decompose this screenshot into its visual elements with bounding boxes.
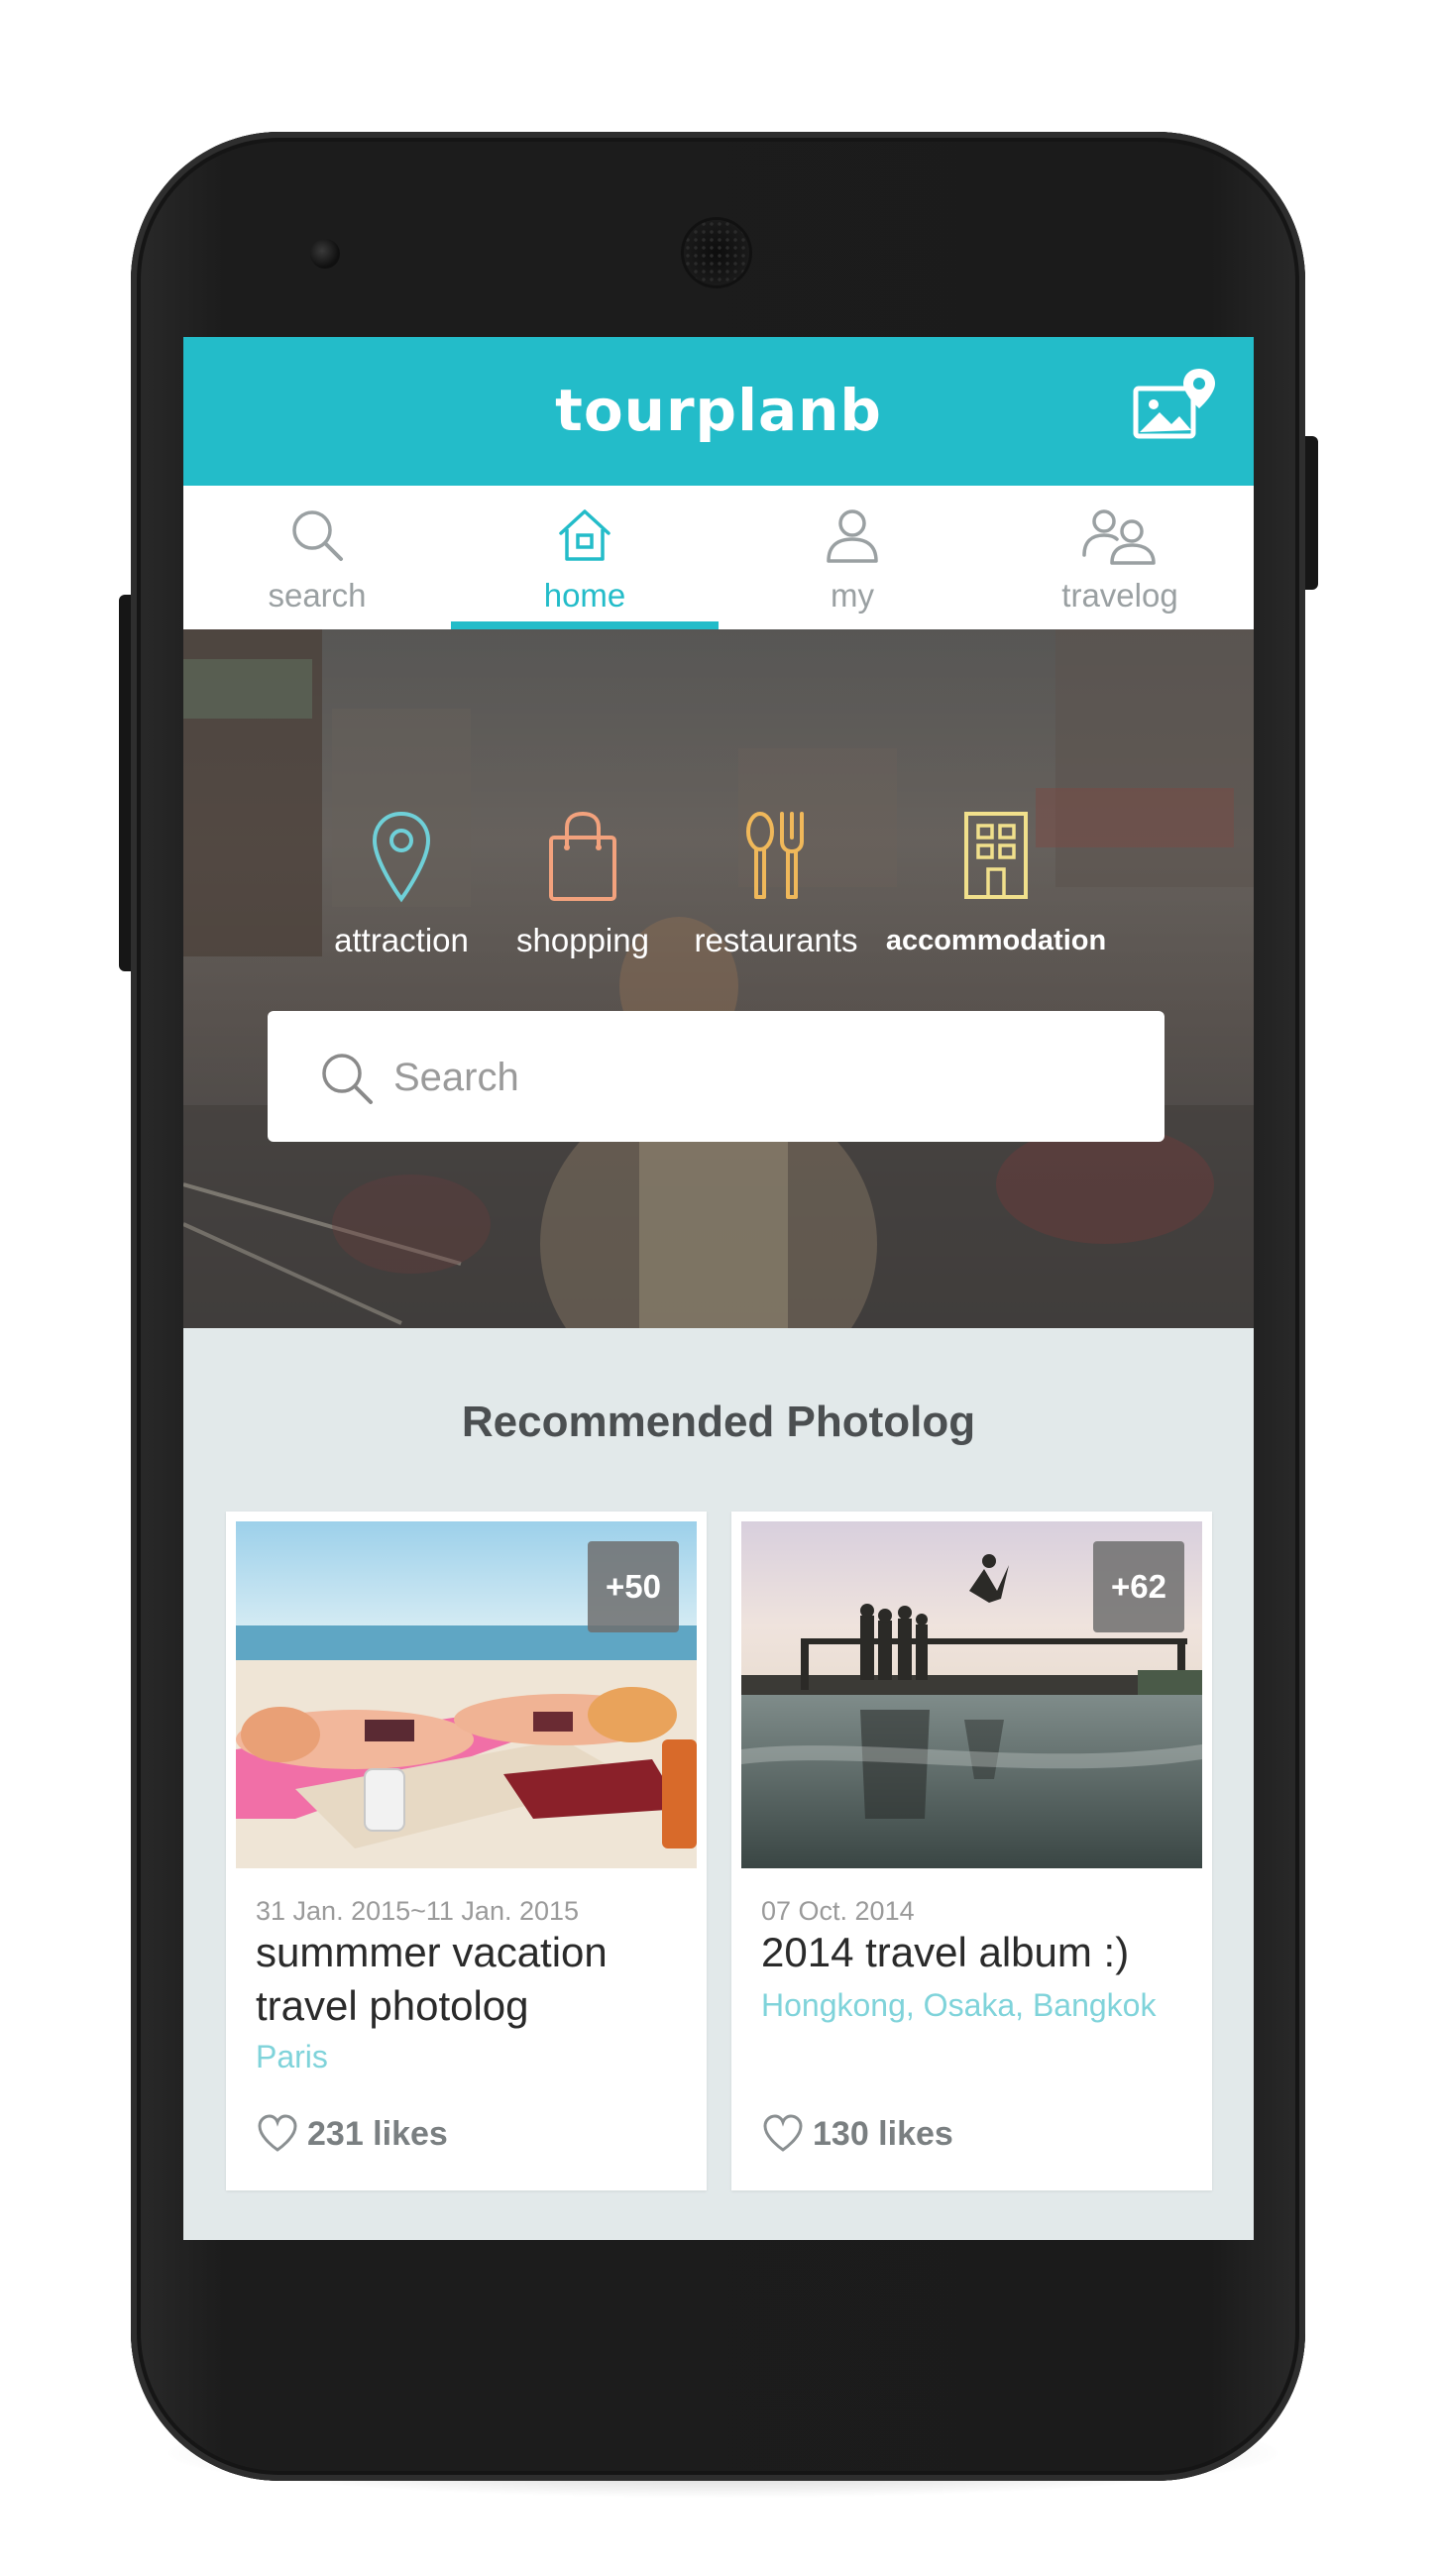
heart-icon <box>763 2114 803 2152</box>
building-icon <box>964 812 1028 899</box>
photolog-title: summmer vacation travel photolog <box>256 1929 608 2029</box>
tab-label: my <box>831 577 874 614</box>
photo-location-button[interactable] <box>1130 365 1219 454</box>
photolog-date: 31 Jan. 2015~11 Jan. 2015 <box>256 1896 580 1926</box>
photolog-cover-image: +62 <box>741 1521 1202 1868</box>
street-background-image <box>183 629 1254 1328</box>
search-input[interactable] <box>391 1039 1129 1116</box>
photolog-date: 07 Oct. 2014 <box>761 1896 915 1926</box>
photo-count-badge: +62 <box>1093 1541 1184 1632</box>
photolog-card[interactable]: +50 31 Jan. 2015~11 Jan. 2015 summmer va… <box>226 1512 707 2190</box>
tab-my[interactable]: my <box>719 486 986 629</box>
tab-search[interactable]: search <box>183 486 451 629</box>
user-icon <box>827 509 878 563</box>
active-tab-indicator <box>451 621 719 629</box>
fork-spoon-icon <box>746 812 804 899</box>
shopping-bag-icon <box>549 811 616 901</box>
tab-home[interactable]: home <box>451 486 719 629</box>
power-button <box>1304 436 1318 590</box>
category-label: restaurants <box>694 922 858 958</box>
heart-icon <box>258 2114 297 2152</box>
app-bar: tourplanb <box>183 337 1254 486</box>
tab-label: search <box>268 577 367 614</box>
main-tab-bar: search home my travelog <box>183 486 1254 629</box>
group-icon <box>1082 509 1156 565</box>
hero-banner: attraction shopping restaurants accommod… <box>183 629 1254 1328</box>
category-label: accommodation <box>885 925 1107 956</box>
earpiece-speaker <box>684 220 749 285</box>
category-restaurants[interactable]: restaurants <box>657 808 895 966</box>
tab-label: home <box>543 577 626 614</box>
photolog-card[interactable]: +62 07 Oct. 2014 2014 travel album :) Ho… <box>731 1512 1212 2190</box>
photolog-cover-image: +50 <box>236 1521 697 1868</box>
tab-travelog[interactable]: travelog <box>986 486 1254 629</box>
front-camera <box>310 239 340 269</box>
photo-count-badge: +50 <box>588 1541 679 1632</box>
home-icon <box>559 509 610 561</box>
section-title: Recommended Photolog <box>461 1398 976 1446</box>
photolog-location: Hongkong, Osaka, Bangkok <box>761 1987 1157 2023</box>
app-screen: tourplanb search home my travelog attrac… <box>183 337 1254 2240</box>
search-icon <box>322 1054 373 1104</box>
photolog-title: 2014 travel album :) <box>761 1929 1130 1975</box>
search-bar[interactable] <box>268 1011 1165 1142</box>
likes-count: 130 likes <box>813 2115 953 2153</box>
tab-label: travelog <box>1061 577 1178 614</box>
category-accommodation[interactable]: accommodation <box>877 808 1115 966</box>
map-pin-icon <box>372 811 431 903</box>
search-icon <box>292 510 343 561</box>
app-logo-title: tourplanb <box>555 377 882 444</box>
photolog-location: Paris <box>256 2039 328 2074</box>
likes-count: 231 likes <box>307 2115 448 2153</box>
photo-location-icon <box>1133 369 1215 439</box>
